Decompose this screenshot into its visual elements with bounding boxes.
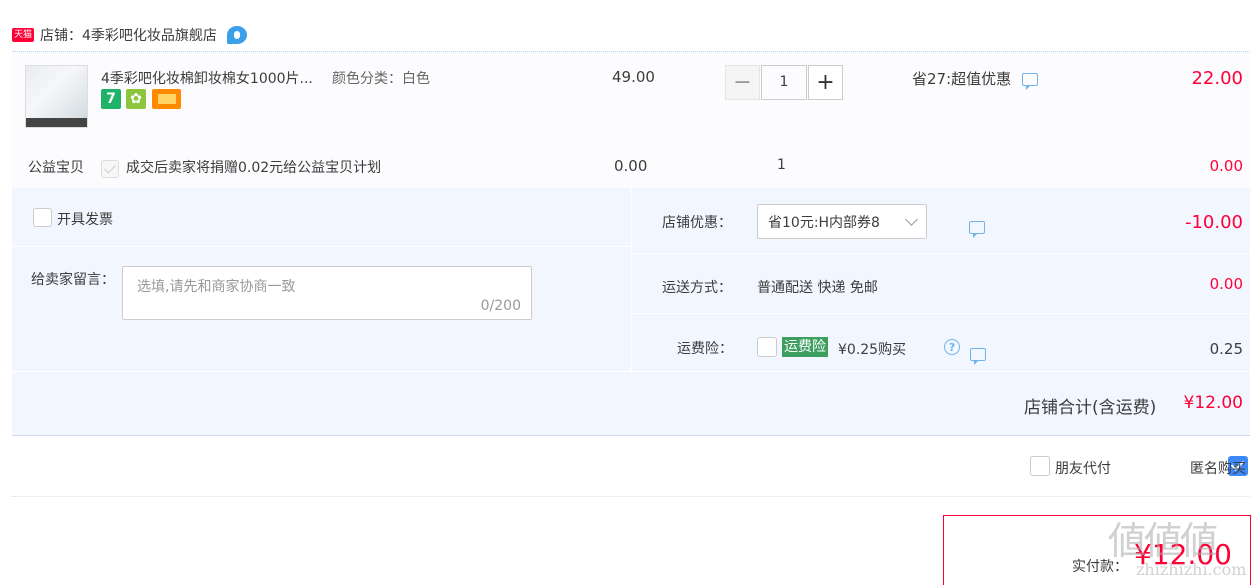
seller-note-field[interactable]: 选填,请先和商家协商一致 0/200 <box>122 266 532 320</box>
service-badge-icon: ✿ <box>126 89 146 109</box>
chat-icon[interactable] <box>226 26 247 44</box>
card-payment-icon <box>152 89 181 109</box>
invoice-checkbox[interactable] <box>33 208 52 227</box>
charity-price: 0.00 <box>614 157 648 175</box>
increase-quantity-button[interactable]: + <box>808 65 843 100</box>
shop-discount-amount: -10.00 <box>1184 212 1243 233</box>
shop-discount-value: 省10元:H内部券8 <box>768 214 880 231</box>
help-icon[interactable]: ? <box>944 339 960 355</box>
shop-discount-select[interactable]: 省10元:H内部券8 <box>757 204 927 239</box>
charity-checkbox <box>101 160 119 178</box>
divider <box>12 435 1250 436</box>
tmall-badge: 天猫 <box>12 28 34 42</box>
charity-label: 公益宝贝 <box>28 160 84 176</box>
shop-header: 天猫 店铺： 4季彩吧化妆品旗舰店 <box>12 22 247 48</box>
watermark-url: zhizhizhi.com <box>1136 560 1247 579</box>
note-char-counter: 0/200 <box>480 298 521 314</box>
decrease-quantity-button[interactable]: − <box>725 65 760 100</box>
insurance-price-text: ¥0.25购买 <box>838 342 907 358</box>
product-thumbnail[interactable] <box>25 65 88 128</box>
shop-label: 店铺： <box>40 28 82 44</box>
divider <box>12 371 1250 372</box>
insurance-amount: 0.25 <box>1209 340 1243 358</box>
seven-day-return-icon: 7 <box>101 89 121 109</box>
unit-price: 49.00 <box>612 68 655 86</box>
shipping-amount: 0.00 <box>1209 275 1243 293</box>
quantity-input[interactable]: 1 <box>761 65 807 100</box>
product-sku: 颜色分类：白色 <box>332 71 430 87</box>
shop-discount-label: 店铺优惠： <box>662 215 732 231</box>
divider <box>12 246 631 247</box>
message-icon[interactable] <box>1021 73 1038 90</box>
friend-pay-checkbox[interactable] <box>1030 456 1050 476</box>
product-title[interactable]: 4季彩吧化妆棉卸妆棉女1000片... <box>101 68 313 88</box>
insurance-label: 运费险： <box>677 341 733 357</box>
note-label: 给卖家留言： <box>31 272 115 288</box>
shipping-method: 普通配送 快递 免邮 <box>757 280 878 296</box>
divider <box>12 496 1250 497</box>
chevron-down-icon <box>905 213 918 226</box>
charity-subtotal: 0.00 <box>1209 157 1243 175</box>
charity-quantity: 1 <box>777 157 786 173</box>
promo-text: 省27:超值优惠 <box>912 70 1012 88</box>
watermark-glyphs: 値値値 <box>1108 519 1218 563</box>
charity-description: 成交后卖家将捐赠0.02元给公益宝贝计划 <box>126 160 382 176</box>
item-promo: 省27:超值优惠 <box>912 68 1038 90</box>
quantity-stepper: − 1 + <box>725 65 843 100</box>
shipping-label: 运送方式： <box>662 280 732 296</box>
divider <box>632 313 1250 314</box>
friend-pay-label[interactable]: 朋友代付 <box>1055 458 1111 478</box>
anonymous-label[interactable]: 匿名购买 <box>1190 458 1246 478</box>
shop-total-amount: ¥12.00 <box>1183 393 1243 413</box>
divider <box>631 188 632 371</box>
shop-name[interactable]: 4季彩吧化妆品旗舰店 <box>82 25 217 45</box>
shop-total-label: 店铺合计(含运费) <box>1024 398 1157 418</box>
message-icon[interactable] <box>969 348 986 365</box>
note-placeholder: 选填,请先和商家协商一致 <box>137 279 296 295</box>
insurance-checkbox[interactable] <box>757 337 777 357</box>
item-subtotal: 22.00 <box>1191 68 1243 89</box>
message-icon[interactable] <box>969 221 986 238</box>
invoice-label[interactable]: 开具发票 <box>57 209 113 229</box>
divider <box>632 253 1250 254</box>
insurance-tag: 运费险 <box>782 337 828 357</box>
